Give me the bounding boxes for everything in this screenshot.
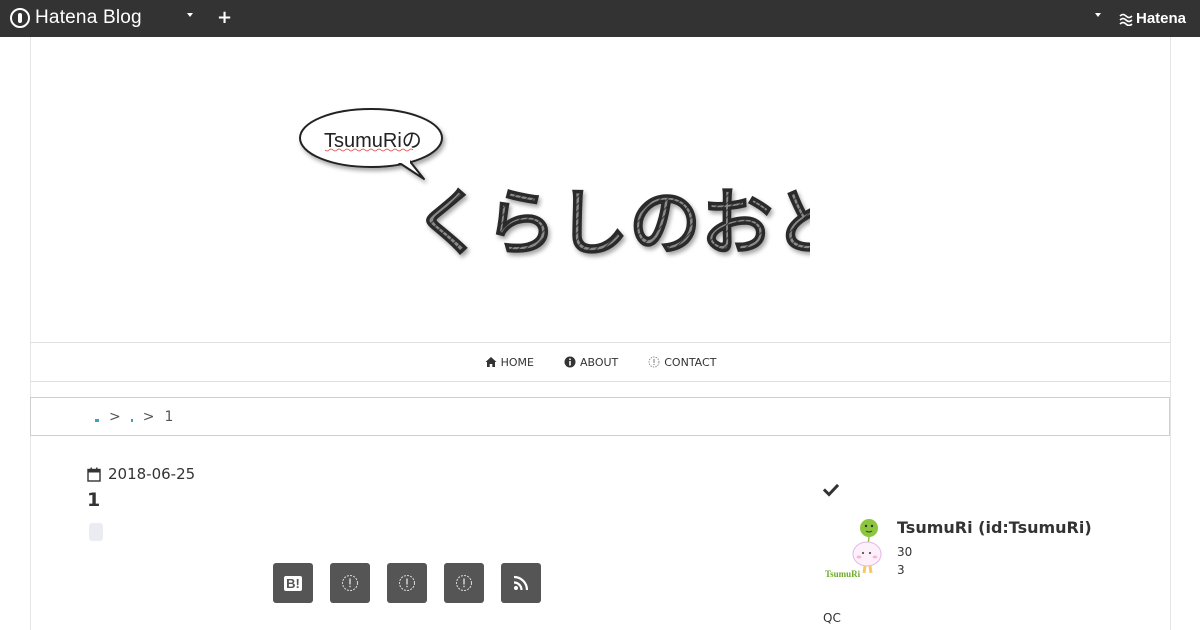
entry-title[interactable]: 1 xyxy=(87,489,100,511)
blog-header-image[interactable]: TsumuRiの くらしのおと。 xyxy=(290,102,810,272)
breadcrumb-link-category[interactable] xyxy=(130,419,133,422)
share-button-3[interactable] xyxy=(444,563,484,603)
logo-text: Hatena Blog xyxy=(35,7,142,28)
nav-home[interactable]: HOME xyxy=(485,356,534,369)
home-icon xyxy=(485,357,497,367)
hatena-brand-link[interactable]: Hatena xyxy=(1119,10,1186,27)
hatena-brand-text: Hatena xyxy=(1136,10,1187,27)
contact-icon xyxy=(648,356,660,368)
new-post-button[interactable]: + xyxy=(217,6,232,30)
hatena-logo-icon xyxy=(10,8,30,28)
rss-icon xyxy=(513,575,529,591)
nav-about[interactable]: ABOUT xyxy=(564,356,618,369)
blog-title: くらしのおと。 xyxy=(413,181,810,265)
check-icon xyxy=(823,483,839,497)
share-icon xyxy=(342,575,358,591)
breadcrumb-separator: > xyxy=(142,408,155,425)
nav-contact-label: CONTACT xyxy=(664,355,717,369)
hatena-bookmark-button[interactable]: B! xyxy=(273,563,313,603)
entry-category-tag[interactable] xyxy=(89,523,103,541)
entry-date[interactable]: 2018-06-25 xyxy=(87,465,195,483)
breadcrumb-link-top[interactable] xyxy=(95,419,99,422)
avatar-label: TsumuRi xyxy=(825,569,861,579)
breadcrumb: > > 1 xyxy=(30,397,1170,436)
nav-home-label: HOME xyxy=(500,355,534,369)
share-buttons: B! xyxy=(273,563,541,603)
hatena-blog-logo[interactable]: Hatena Blog xyxy=(10,7,142,29)
blog-menu-caret-icon[interactable] xyxy=(187,13,193,17)
global-header: Hatena Blog + Hatena xyxy=(0,0,1200,37)
hatena-waves-icon xyxy=(1119,13,1133,26)
share-icon xyxy=(456,575,472,591)
user-menu-caret-icon[interactable] xyxy=(1095,13,1101,17)
share-button-2[interactable] xyxy=(387,563,427,603)
breadcrumb-current: 1 xyxy=(164,408,174,425)
nav-contact[interactable]: CONTACT xyxy=(648,356,716,369)
entry-date-text: 2018-06-25 xyxy=(108,465,196,483)
share-icon xyxy=(399,575,415,591)
nav-about-label: ABOUT xyxy=(579,355,619,369)
breadcrumb-separator: > xyxy=(109,408,121,425)
profile-name[interactable]: TsumuRi (id:TsumuRi) xyxy=(897,518,1092,537)
sidebar-section-label: QC xyxy=(823,611,841,625)
profile-stat-2: 3 xyxy=(897,563,905,577)
share-button-1[interactable] xyxy=(330,563,370,603)
profile-stat-1: 30 xyxy=(897,545,913,559)
global-nav: HOME ABOUT CONTACT xyxy=(30,342,1171,382)
info-icon xyxy=(564,356,576,368)
calendar-icon xyxy=(87,467,101,482)
rss-button[interactable] xyxy=(501,563,541,603)
avatar[interactable]: TsumuRi xyxy=(823,515,885,580)
hatena-bookmark-icon: B! xyxy=(284,575,302,591)
